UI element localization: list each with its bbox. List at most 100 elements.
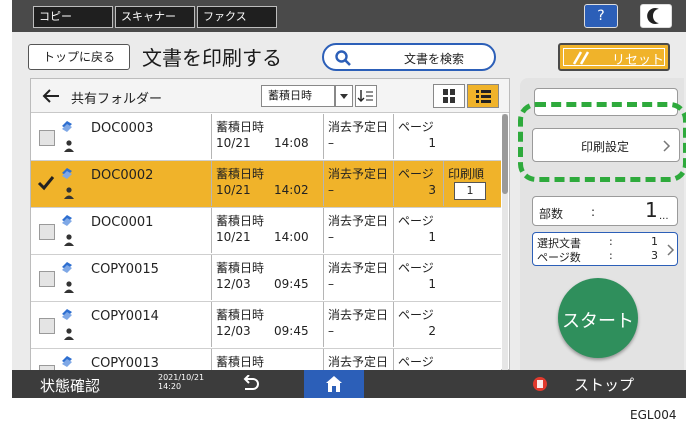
tab-copy[interactable]: コピー <box>33 6 113 28</box>
tab-scanner[interactable]: スキャナー <box>115 6 195 28</box>
stop-button[interactable]: ストップ <box>520 370 686 398</box>
back-arrow-icon[interactable] <box>41 87 61 105</box>
stored-label: 蓄積日時 <box>216 261 265 275</box>
pages-label: ページ <box>398 120 434 134</box>
pages-cell: ページ 2 <box>393 302 444 347</box>
table-row[interactable]: DOC0003 蓄積日時 10/21 14:08 消去予定日 – ページ 1 <box>31 114 501 161</box>
datetime: 2021/10/21 14:20 <box>158 373 205 391</box>
sort-order-button[interactable] <box>355 85 377 107</box>
stored-date: 10/21 <box>216 183 251 197</box>
copies-label: 部数 <box>539 207 564 221</box>
delete-date-cell: 消去予定日 – <box>323 208 394 253</box>
file-name: DOC0003 <box>91 121 154 136</box>
sort-label: 蓄積日時 <box>268 89 312 102</box>
search-icon <box>335 50 351 66</box>
status-check-button[interactable]: 状態確認 <box>40 375 100 396</box>
stored-date: 12/03 <box>216 277 251 291</box>
night-mode-button[interactable] <box>640 4 672 28</box>
help-button[interactable]: ? <box>584 4 618 28</box>
folder-label: 共有フォルダー <box>71 92 163 107</box>
stored-label: 蓄積日時 <box>216 167 265 181</box>
home-icon <box>326 376 342 392</box>
row-checkbox[interactable] <box>39 318 55 334</box>
row-checkbox[interactable] <box>39 271 55 287</box>
stored-label: 蓄積日時 <box>216 120 265 134</box>
delete-date-cell: 消去予定日 – <box>323 255 394 300</box>
stored-label: 蓄積日時 <box>216 355 265 369</box>
highlight-frame <box>518 102 686 182</box>
row-checkbox[interactable] <box>39 224 55 240</box>
copies-field[interactable]: 部数 : 1 ... <box>532 196 678 226</box>
stored-label: 蓄積日時 <box>216 308 265 322</box>
search-label: 文書を検索 <box>404 52 465 66</box>
delete-date-value: – <box>328 324 334 338</box>
file-name: COPY0013 <box>91 356 159 370</box>
delete-date-label: 消去予定日 <box>328 214 389 228</box>
sort-select[interactable]: 蓄積日時 <box>261 85 335 107</box>
table-row[interactable]: DOC0001 蓄積日時 10/21 14:00 消去予定日 – ページ 1 <box>31 208 501 255</box>
stop-icon <box>533 377 547 391</box>
file-name: DOC0002 <box>91 168 154 183</box>
sort-dropdown-button[interactable] <box>335 85 353 107</box>
delete-date-value: – <box>328 230 334 244</box>
pages-value: 2 <box>428 324 436 338</box>
stored-date: 10/21 <box>216 230 251 244</box>
reset-button[interactable]: リセット <box>558 43 670 71</box>
thumbnail-view-button[interactable] <box>433 84 465 108</box>
copies-more: ... <box>659 211 669 222</box>
stored-time: 14:08 <box>274 136 309 150</box>
delete-date-label: 消去予定日 <box>328 308 389 322</box>
user-icon <box>64 281 74 293</box>
row-checkbox[interactable] <box>39 130 55 146</box>
document-icon <box>62 121 72 132</box>
search-document-button[interactable]: 文書を検索 <box>322 43 496 71</box>
file-name: COPY0014 <box>91 309 159 324</box>
list-scrollbar[interactable] <box>502 114 508 370</box>
stored-cell: 蓄積日時 10/21 14:02 <box>211 161 324 206</box>
delete-date-cell: 消去予定日 – <box>323 302 394 347</box>
home-button[interactable] <box>304 370 364 398</box>
back-to-top-button[interactable]: トップに戻る <box>28 44 130 70</box>
selected-docs-value: 1 <box>651 235 658 248</box>
list-view-button[interactable] <box>467 84 499 108</box>
pages-cell: ページ 3 <box>393 161 444 206</box>
document-rows: DOC0003 蓄積日時 10/21 14:08 消去予定日 – ページ 1 DOC00… <box>31 114 501 370</box>
delete-date-label: 消去予定日 <box>328 261 389 275</box>
pages-value: 1 <box>428 136 436 150</box>
pages-label: ページ <box>398 214 434 228</box>
pages-cell: ページ <box>393 349 444 370</box>
document-icon <box>62 215 72 226</box>
table-row[interactable]: COPY0013 蓄積日時 消去予定日 ページ <box>31 349 501 370</box>
start-button[interactable]: スタート <box>558 278 638 358</box>
stored-date: 12/03 <box>216 324 251 338</box>
table-row[interactable]: COPY0014 蓄積日時 12/03 09:45 消去予定日 – ページ 2 <box>31 302 501 349</box>
user-icon <box>64 187 74 199</box>
scrollbar-thumb[interactable] <box>502 114 508 194</box>
pages-value: 1 <box>428 277 436 291</box>
stored-cell: 蓄積日時 <box>211 349 324 370</box>
selected-summary-button[interactable]: 選択文書 : 1 ページ数 : 3 <box>532 232 678 266</box>
table-row[interactable]: COPY0015 蓄積日時 12/03 09:45 消去予定日 – ページ 1 <box>31 255 501 302</box>
row-checkbox-checked[interactable] <box>37 176 55 191</box>
pages-value: 3 <box>428 183 436 197</box>
delete-date-value: – <box>328 277 334 291</box>
table-row-selected[interactable]: DOC0002 蓄積日時 10/21 14:02 消去予定日 – ページ 3 印刷順 1 <box>31 161 501 208</box>
stored-time: 09:45 <box>274 277 309 291</box>
delete-date-label: 消去予定日 <box>328 355 389 369</box>
print-order-label: 印刷順 <box>448 167 485 181</box>
list-icon <box>476 90 491 103</box>
stored-cell: 蓄積日時 12/03 09:45 <box>211 302 324 347</box>
pages-cell: ページ 1 <box>393 255 444 300</box>
document-icon <box>62 356 72 367</box>
start-label: スタート <box>562 311 634 332</box>
sort-order-icon <box>357 90 373 102</box>
document-icon <box>62 168 72 179</box>
document-list-panel: 共有フォルダー 蓄積日時 DOC0003 蓄積日時 10/21 14:08 消去… <box>30 78 510 370</box>
copies-value: 1 <box>645 198 658 222</box>
page-count-value: 3 <box>651 249 658 262</box>
tab-fax[interactable]: ファクス <box>197 6 277 28</box>
chevron-down-icon <box>340 94 348 99</box>
pages-cell: ページ 1 <box>393 208 444 253</box>
print-order-cell: 印刷順 1 <box>443 161 501 206</box>
back-icon[interactable] <box>240 375 260 393</box>
